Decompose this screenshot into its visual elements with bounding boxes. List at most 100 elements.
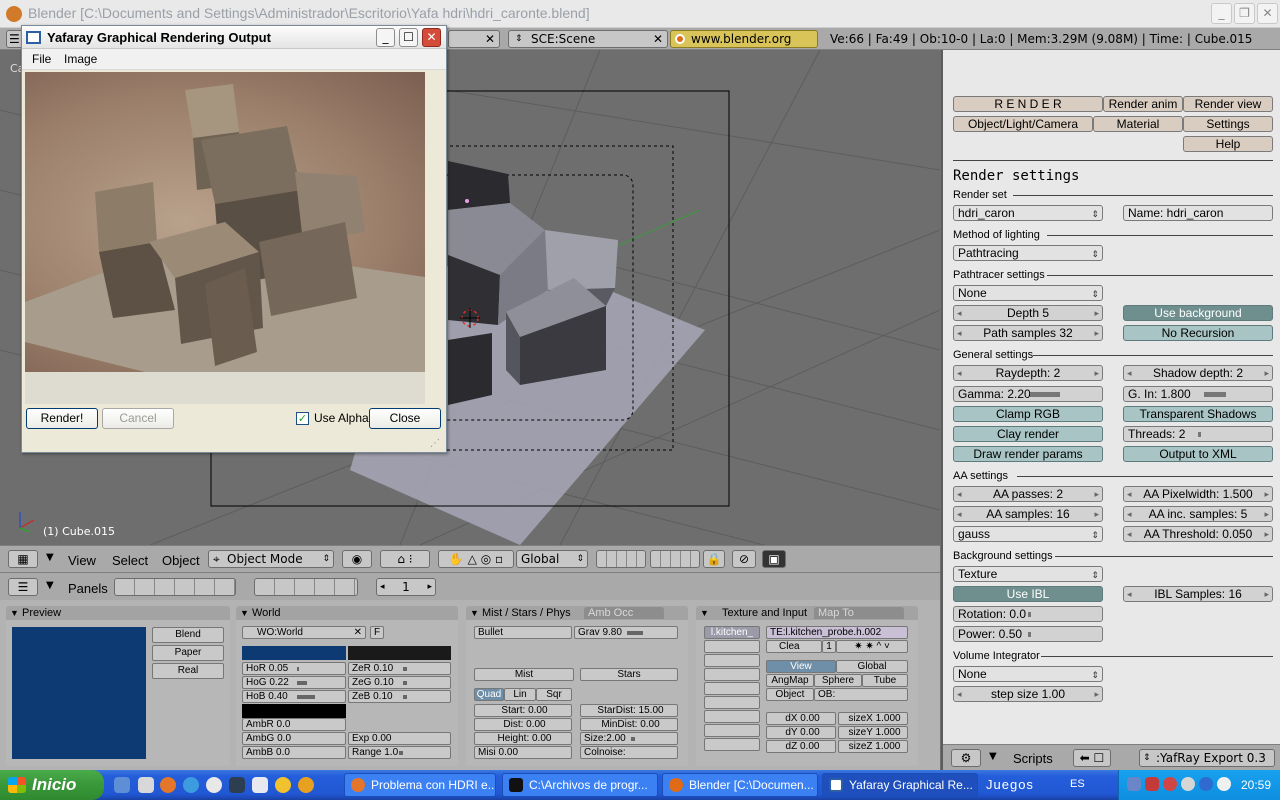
texture-name-field[interactable]: TE:l.kitchen_probe.h.002 xyxy=(766,626,908,639)
lock-icon[interactable]: 🔒 xyxy=(703,550,725,568)
texture-slot-9[interactable] xyxy=(704,738,760,751)
coords-global-button[interactable]: Global xyxy=(836,660,908,673)
paper-button[interactable]: Paper xyxy=(152,645,224,661)
hog-slider[interactable]: HoG 0.22 xyxy=(242,676,346,689)
object-button[interactable]: Object xyxy=(766,688,814,701)
tube-button[interactable]: Tube xyxy=(862,674,908,687)
power-slider[interactable]: Power: 0.50 xyxy=(953,626,1103,642)
range-slider[interactable]: Range 1.0 xyxy=(348,746,451,759)
script-select[interactable]: ⇕:YafRay Export 0.3 xyxy=(1139,749,1275,767)
tab-mist-stars-phys[interactable]: Mist / Stars / Phys xyxy=(482,607,571,619)
use-alpha-checkbox[interactable]: ✓ xyxy=(296,412,309,425)
show-desktop-icon[interactable] xyxy=(114,777,130,793)
orientation-select[interactable]: Global ⇕ xyxy=(516,550,588,568)
texture-slot-7[interactable] xyxy=(704,710,760,723)
avast-icon[interactable] xyxy=(298,777,314,793)
sizey-field[interactable]: sizeY 1.000 xyxy=(838,726,908,739)
texture-panel-title[interactable]: ▼ Texture and Input Map To xyxy=(696,606,918,620)
zeg-slider[interactable]: ZeG 0.10 xyxy=(348,676,451,689)
clamp-rgb-toggle[interactable]: Clamp RGB xyxy=(953,406,1103,422)
world-delete-icon[interactable]: ✕ xyxy=(354,627,362,638)
frame-field[interactable]: ◂ 1 ▸ xyxy=(376,578,436,596)
toolbar-juegos[interactable]: Juegos xyxy=(986,777,1034,792)
menu-view[interactable]: View xyxy=(68,553,96,568)
tab-material[interactable]: Material xyxy=(1093,116,1183,132)
texture-slot-5[interactable] xyxy=(704,682,760,695)
stardist-field[interactable]: StarDist: 15.00 xyxy=(580,704,678,717)
scene-field[interactable]: ⇕ SCE:Scene ✕ xyxy=(508,30,668,48)
menu-object[interactable]: Object xyxy=(162,553,200,568)
transparent-shadows-toggle[interactable]: Transparent Shadows xyxy=(1123,406,1273,422)
menu-scripts[interactable]: Scripts xyxy=(1013,751,1053,766)
bluetooth-icon[interactable] xyxy=(1199,777,1213,791)
sizex-field[interactable]: sizeX 1.000 xyxy=(838,712,908,725)
frame-right-icon[interactable]: ▸ xyxy=(427,579,432,595)
network-icon[interactable] xyxy=(1127,777,1141,791)
dy-field[interactable]: dY 0.00 xyxy=(766,726,836,739)
tab-settings[interactable]: Settings xyxy=(1183,116,1273,132)
no-recursion-toggle[interactable]: No Recursion xyxy=(1123,325,1273,341)
hob-slider[interactable]: HoB 0.40 xyxy=(242,690,346,703)
world-subcontext-buttons[interactable] xyxy=(254,578,358,596)
minimize-icon[interactable]: _ xyxy=(1211,3,1232,24)
dx-field[interactable]: dX 0.00 xyxy=(766,712,836,725)
preview-panel-title[interactable]: ▼ Preview xyxy=(6,606,230,620)
use-background-toggle[interactable]: Use background xyxy=(1123,305,1273,321)
ibl-samples-field[interactable]: ◂ IBL Samples: 16 ▸ xyxy=(1123,586,1273,602)
texture-slot-1[interactable]: l.kitchen_ xyxy=(704,626,760,639)
tab-object-light-camera[interactable]: Object/Light/Camera xyxy=(953,116,1093,132)
language-indicator[interactable]: ES xyxy=(1070,778,1085,790)
aa-threshold-field[interactable]: ◂ AA Threshold: 0.050 ▸ xyxy=(1123,526,1273,542)
maximize-icon[interactable]: ☐ xyxy=(399,28,418,47)
star-size-slider[interactable]: Size:2.00 xyxy=(580,732,678,745)
mode-select[interactable]: ⌖ Object Mode ⇕ xyxy=(208,550,334,568)
render-preview-icon[interactable]: ▣ xyxy=(762,550,786,568)
tab-map-to[interactable]: Map To xyxy=(814,607,904,619)
object-name-field[interactable]: OB: xyxy=(814,688,908,701)
update-icon[interactable] xyxy=(1217,777,1231,791)
blend-button[interactable]: Blend xyxy=(152,627,224,643)
angmap-button[interactable]: AngMap xyxy=(766,674,814,687)
mist-panel-title[interactable]: ▼ Mist / Stars / Phys Amb Occ xyxy=(466,606,688,620)
scripts-editor-icon[interactable]: ⚙ xyxy=(951,749,981,767)
exp-slider[interactable]: Exp 0.00 xyxy=(348,732,451,745)
start-button[interactable]: Inicio xyxy=(0,770,104,800)
ie-icon[interactable] xyxy=(183,777,199,793)
dz-field[interactable]: dZ 0.00 xyxy=(766,740,836,753)
menu-file[interactable]: File xyxy=(32,52,51,66)
aa-passes-field[interactable]: ◂ AA passes: 2 ▸ xyxy=(953,486,1103,502)
ambb-slider[interactable]: AmbB 0.0 xyxy=(242,746,346,759)
real-button[interactable]: Real xyxy=(152,663,224,679)
collapse-icon[interactable]: ▼ xyxy=(46,580,54,591)
render-button[interactable]: Render! xyxy=(26,408,98,429)
screen-delete-icon[interactable]: ✕ xyxy=(485,31,495,47)
render-set-select[interactable]: hdri_caron ⇕ xyxy=(953,205,1103,221)
panel-collapse-icon[interactable]: ▼ xyxy=(10,606,19,620)
render-button[interactable]: R E N D E R xyxy=(953,96,1103,112)
use-ibl-toggle[interactable]: Use IBL xyxy=(953,586,1103,602)
texture-slot-2[interactable] xyxy=(704,640,760,653)
panel-collapse-icon[interactable]: ▼ xyxy=(700,606,709,620)
threads-slider[interactable]: Threads: 2 xyxy=(1123,426,1273,442)
panel-collapse-icon[interactable]: ▼ xyxy=(240,606,249,620)
close-icon[interactable]: ✕ xyxy=(1257,3,1278,24)
aa-filter-select[interactable]: gauss ⇕ xyxy=(953,526,1103,542)
close-icon[interactable]: ✕ xyxy=(422,28,441,47)
firefox-icon[interactable] xyxy=(160,777,176,793)
shadow-depth-field[interactable]: ◂ Shadow depth: 2 ▸ xyxy=(1123,365,1273,381)
stars-toggle[interactable]: Stars xyxy=(580,668,678,681)
lin-button[interactable]: Lin xyxy=(504,688,536,701)
zenith-color-swatch[interactable] xyxy=(348,646,451,660)
help-button[interactable]: Help xyxy=(1183,136,1273,152)
texture-copy-paste-icons[interactable]: ✷ ✷ ^ ˅ xyxy=(836,640,908,653)
link-icon[interactable]: ⊘ xyxy=(732,550,756,568)
explorer-icon[interactable] xyxy=(252,777,268,793)
world-panel-title[interactable]: ▼ World xyxy=(236,606,458,620)
layer-buttons-left[interactable] xyxy=(596,550,646,568)
output-xml-toggle[interactable]: Output to XML xyxy=(1123,446,1273,462)
ambr-slider[interactable]: AmbR 0.0 xyxy=(242,718,346,731)
gravity-slider[interactable]: Grav 9.80 xyxy=(574,626,678,639)
tab-texture-input[interactable]: Texture and Input xyxy=(712,607,807,619)
task-blender[interactable]: Blender [C:\Documen... xyxy=(662,773,818,797)
render-set-name-field[interactable]: Name: hdri_caron xyxy=(1123,205,1273,221)
